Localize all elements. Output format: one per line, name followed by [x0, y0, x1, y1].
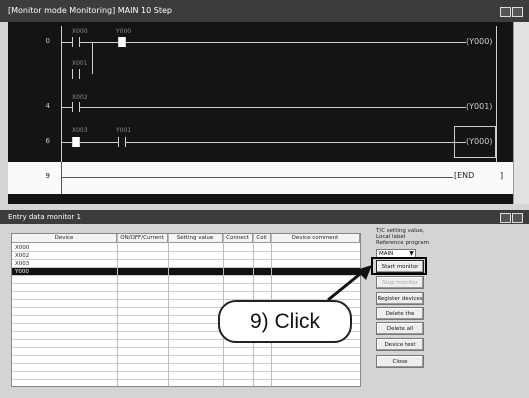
device-cell	[12, 373, 15, 379]
device-cell	[12, 365, 15, 371]
ladder-window-titlebar: [Monitor mode Monitoring] MAIN 10 Step	[0, 0, 529, 22]
device-label: Y000	[116, 28, 132, 35]
end-instruction: [END	[454, 171, 475, 180]
column-header[interactable]: Coil	[253, 234, 271, 243]
table-row[interactable]	[12, 348, 360, 356]
branch-line	[92, 42, 93, 74]
end-label: END	[457, 171, 475, 180]
monitor-window-title: Entry data monitor 1	[8, 213, 81, 221]
left-bus-bar	[61, 162, 62, 194]
column-header[interactable]: Device	[12, 234, 117, 243]
step-number: 9	[45, 172, 50, 180]
device-cell	[12, 285, 15, 291]
end-bracket: ]	[500, 171, 504, 180]
right-bus-bar	[496, 26, 497, 176]
device-label: X002	[72, 94, 88, 101]
device-cell: X002	[15, 253, 30, 259]
close-icon[interactable]	[512, 213, 523, 223]
device-label: Y001	[116, 127, 132, 134]
column-header[interactable]: Connect	[223, 234, 253, 243]
coil-output: (Y001)	[466, 102, 493, 111]
device-label: X000	[72, 28, 88, 35]
column-divider	[117, 234, 118, 386]
column-header[interactable]: Device comment	[271, 234, 360, 243]
step-number: 0	[45, 37, 50, 45]
device-cell	[12, 333, 15, 339]
column-header[interactable]: ON/OFF/Current	[117, 234, 168, 243]
device-label: X001	[72, 60, 88, 67]
device-cell	[12, 349, 15, 355]
delete-device-button[interactable]: Delete the device	[376, 307, 424, 330]
maximize-icon[interactable]	[512, 7, 523, 17]
vertical-scrollbar[interactable]	[513, 22, 529, 204]
side-label: Reference program	[376, 240, 429, 246]
branch-line	[61, 42, 62, 74]
contact-y001[interactable]	[118, 137, 126, 147]
minimize-icon[interactable]	[500, 7, 511, 17]
contact-x003-on[interactable]	[72, 137, 80, 147]
device-cell: X003	[15, 261, 30, 267]
column-header[interactable]: Setting value	[168, 234, 223, 243]
device-cell	[12, 277, 15, 283]
instruction-callout: 9) Click	[218, 300, 352, 343]
table-row[interactable]	[12, 276, 360, 284]
table-row[interactable]: X002	[12, 252, 360, 260]
coil-output: (Y000)	[466, 37, 493, 46]
device-cell	[12, 301, 15, 307]
device-cell	[12, 309, 15, 315]
device-test-button[interactable]: Device test	[376, 338, 424, 351]
rung-line	[61, 177, 453, 178]
device-label: X003	[72, 127, 88, 134]
monitor-window-titlebar: Entry data monitor 1	[0, 210, 529, 224]
contact-x001[interactable]	[72, 69, 80, 79]
contact-y000-on[interactable]	[118, 37, 126, 47]
device-cell	[12, 293, 15, 299]
close-button[interactable]: Close	[376, 355, 424, 368]
device-cell	[12, 325, 15, 331]
stop-monitor-button[interactable]: Stop monitor	[376, 276, 424, 289]
table-row[interactable]	[12, 364, 360, 372]
device-cell	[12, 341, 15, 347]
table-row[interactable]: X000	[12, 244, 360, 252]
table-row[interactable]: X003	[12, 260, 360, 268]
device-cell: X000	[15, 245, 30, 251]
table-row[interactable]	[12, 292, 360, 300]
rung-line	[61, 107, 466, 108]
device-cell	[12, 357, 15, 363]
contact-x000[interactable]	[72, 37, 80, 47]
cursor-selection	[454, 126, 496, 158]
delete-all-devices-button[interactable]: Delete all devices	[376, 322, 424, 345]
column-divider	[168, 234, 169, 386]
step-number: 6	[45, 137, 50, 145]
table-row[interactable]	[12, 372, 360, 380]
ladder-window-title: [Monitor mode Monitoring] MAIN 10 Step	[8, 6, 172, 15]
table-row[interactable]	[12, 284, 360, 292]
ladder-end-area: 9 [END ]	[8, 162, 513, 194]
table-row[interactable]: Y000	[12, 268, 360, 276]
step-number: 4	[45, 102, 50, 110]
contact-x002[interactable]	[72, 102, 80, 112]
chevron-down-icon[interactable]: ▼	[408, 250, 415, 257]
table-row[interactable]	[12, 356, 360, 364]
minimize-icon[interactable]	[500, 213, 511, 223]
device-cell	[12, 317, 15, 323]
device-cell: Y000	[15, 269, 29, 275]
register-devices-button[interactable]: Register devices	[376, 292, 424, 305]
